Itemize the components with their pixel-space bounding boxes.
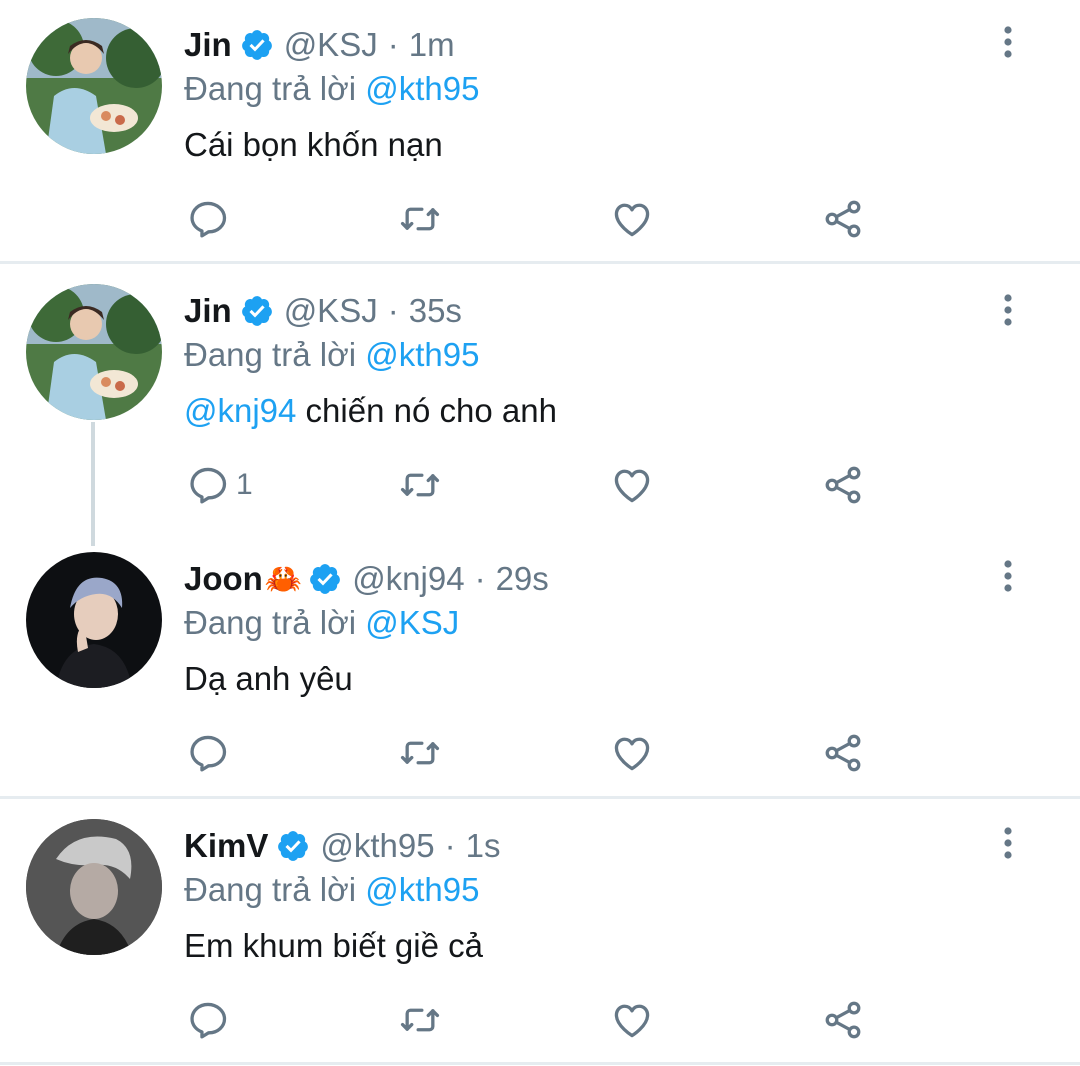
timestamp[interactable]: 1s xyxy=(466,827,501,865)
user-handle[interactable]: @kth95 xyxy=(320,827,434,865)
share-icon xyxy=(821,998,865,1042)
like-button[interactable] xyxy=(610,997,654,1043)
reply-icon xyxy=(186,463,230,507)
replying-to-handle[interactable]: @kth95 xyxy=(365,70,479,107)
timestamp[interactable]: 1m xyxy=(409,26,455,64)
display-name[interactable]: Jin xyxy=(184,292,232,330)
avatar[interactable] xyxy=(26,284,162,420)
tweet-1[interactable]: Jin @KSJ · 1m Đang trả lời @kth95 Cái bọ… xyxy=(0,0,1080,262)
separator: · xyxy=(444,827,456,864)
separator: · xyxy=(474,560,486,597)
replying-to-handle[interactable]: @KSJ xyxy=(365,604,459,641)
retweet-icon xyxy=(398,463,442,507)
replying-to: Đang trả lời @kth95 xyxy=(184,336,479,374)
more-vertical-icon[interactable] xyxy=(994,556,1022,596)
like-icon xyxy=(610,197,654,241)
replying-to-handle[interactable]: @kth95 xyxy=(365,871,479,908)
reply-button[interactable] xyxy=(186,196,236,242)
reply-button[interactable] xyxy=(186,997,236,1043)
separator: · xyxy=(387,26,399,63)
tweet-2[interactable]: Jin @KSJ · 35s Đang trả lời @kth95 @knj9… xyxy=(0,264,1080,546)
tweet-actions xyxy=(0,196,1080,246)
retweet-button[interactable] xyxy=(398,730,442,776)
like-button[interactable] xyxy=(610,462,654,508)
tweet-body: Em khum biết giề cả xyxy=(184,927,483,964)
retweet-button[interactable] xyxy=(398,462,442,508)
reply-icon xyxy=(186,731,230,775)
more-vertical-icon[interactable] xyxy=(994,22,1022,62)
display-name[interactable]: Joon xyxy=(184,560,263,598)
verified-badge-icon xyxy=(240,294,274,328)
share-icon xyxy=(821,731,865,775)
share-button[interactable] xyxy=(821,997,865,1043)
tweet-header: Joon 🦀 @knj94 · 29s xyxy=(184,560,549,598)
replying-to-label: Đang trả lời xyxy=(184,336,357,373)
more-vertical-icon[interactable] xyxy=(994,823,1022,863)
tweet-body: Cái bọn khốn nạn xyxy=(184,126,443,163)
like-button[interactable] xyxy=(610,730,654,776)
like-button[interactable] xyxy=(610,196,654,242)
reply-icon xyxy=(186,998,230,1042)
tweet-body: Dạ anh yêu xyxy=(184,660,353,697)
timestamp[interactable]: 35s xyxy=(409,292,462,330)
reply-button[interactable] xyxy=(186,730,236,776)
replying-to-label: Đang trả lời xyxy=(184,604,357,641)
tweet-3[interactable]: Joon 🦀 @knj94 · 29s Đang trả lời @KSJ Dạ… xyxy=(0,534,1080,796)
reply-button[interactable]: 1 xyxy=(186,462,253,508)
retweet-icon xyxy=(398,197,442,241)
share-button[interactable] xyxy=(821,462,865,508)
display-name[interactable]: KimV xyxy=(184,827,268,865)
share-icon xyxy=(821,463,865,507)
avatar[interactable] xyxy=(26,18,162,154)
replying-to: Đang trả lời @kth95 xyxy=(184,871,479,909)
like-icon xyxy=(610,998,654,1042)
divider xyxy=(0,1062,1080,1065)
replying-to: Đang trả lời @kth95 xyxy=(184,70,479,108)
tweet-body: chiến nó cho anh xyxy=(296,392,557,429)
timestamp[interactable]: 29s xyxy=(496,560,549,598)
retweet-icon xyxy=(398,731,442,775)
replying-to: Đang trả lời @KSJ xyxy=(184,604,459,642)
reply-count: 1 xyxy=(236,468,253,501)
tweet-actions xyxy=(0,730,1080,780)
share-button[interactable] xyxy=(821,730,865,776)
share-icon xyxy=(821,197,865,241)
tweet-header: KimV @kth95 · 1s xyxy=(184,827,500,865)
like-icon xyxy=(610,463,654,507)
replying-to-label: Đang trả lời xyxy=(184,70,357,107)
verified-badge-icon xyxy=(308,562,342,596)
user-handle[interactable]: @KSJ xyxy=(284,292,378,330)
share-button[interactable] xyxy=(821,196,865,242)
tweet-actions: 1 xyxy=(0,462,1080,512)
tweet-text: Cái bọn khốn nạn xyxy=(184,126,443,164)
name-emoji: 🦀 xyxy=(264,562,303,596)
separator: · xyxy=(387,292,399,329)
retweet-button[interactable] xyxy=(398,196,442,242)
tweet-mention[interactable]: @knj94 xyxy=(184,392,296,429)
tweet-actions xyxy=(0,997,1080,1047)
tweet-header: Jin @KSJ · 1m xyxy=(184,26,455,64)
retweet-icon xyxy=(398,998,442,1042)
user-handle[interactable]: @knj94 xyxy=(352,560,464,598)
avatar[interactable] xyxy=(26,552,162,688)
user-handle[interactable]: @KSJ xyxy=(284,26,378,64)
reply-icon xyxy=(186,197,230,241)
tweet-4[interactable]: KimV @kth95 · 1s Đang trả lời @kth95 Em … xyxy=(0,799,1080,1063)
avatar[interactable] xyxy=(26,819,162,955)
tweet-text: Em khum biết giề cả xyxy=(184,927,483,965)
replying-to-label: Đang trả lời xyxy=(184,871,357,908)
tweet-text: Dạ anh yêu xyxy=(184,660,353,698)
like-icon xyxy=(610,731,654,775)
retweet-button[interactable] xyxy=(398,997,442,1043)
more-vertical-icon[interactable] xyxy=(994,290,1022,330)
tweet-text: @knj94 chiến nó cho anh xyxy=(184,392,557,430)
replying-to-handle[interactable]: @kth95 xyxy=(365,336,479,373)
display-name[interactable]: Jin xyxy=(184,26,232,64)
verified-badge-icon xyxy=(276,829,310,863)
tweet-header: Jin @KSJ · 35s xyxy=(184,292,462,330)
verified-badge-icon xyxy=(240,28,274,62)
